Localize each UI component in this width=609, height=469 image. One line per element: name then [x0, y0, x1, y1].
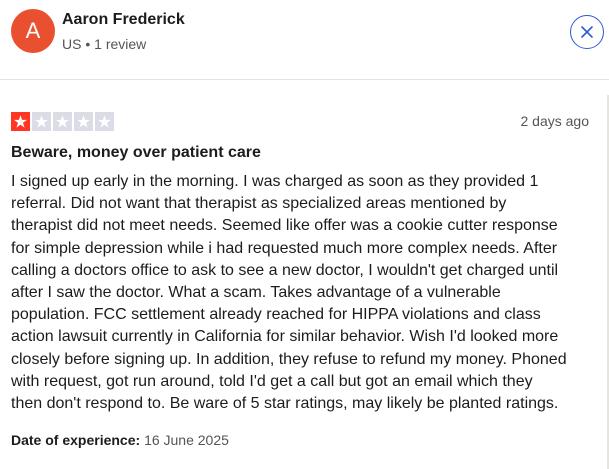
star-empty-icon	[53, 112, 72, 131]
review-body-line: closely before signing up. In addition, …	[11, 350, 567, 368]
review-body: I signed up early in the morning. I was …	[11, 171, 599, 415]
review-body-line: population. FCC settlement already reach…	[11, 306, 541, 324]
star-empty-icon	[32, 112, 51, 131]
review-title: Beware, money over patient care	[11, 144, 261, 161]
avatar: A	[11, 9, 55, 53]
review-body-line: action lawsuit currently in California f…	[11, 328, 559, 346]
close-button[interactable]	[570, 15, 604, 49]
header-divider	[0, 79, 609, 80]
star-filled-icon	[11, 112, 30, 131]
star-empty-icon	[74, 112, 93, 131]
review-date: 2 days ago	[520, 113, 590, 129]
review-body-line: then don't respond to. Be ware of 5 star…	[11, 395, 559, 413]
close-icon	[581, 26, 593, 38]
review-body-line: after I saw the doctor. What a scam. Tak…	[11, 284, 501, 302]
star-empty-icon	[95, 112, 114, 131]
review-body-line: calling a doctors office to ask to see a…	[11, 261, 559, 279]
avatar-initial: A	[25, 18, 41, 43]
experience-date: 16 June 2025	[144, 432, 229, 448]
experience-label: Date of experience:	[11, 432, 141, 448]
date-of-experience: Date of experience: 16 June 2025	[11, 432, 229, 448]
review-body-line: with request, got run around, told I'd g…	[11, 372, 533, 390]
review-body-line: for simple depression while i had reques…	[11, 239, 558, 257]
meta-separator: •	[85, 36, 91, 52]
reviewer-meta: US • 1 review	[62, 36, 146, 52]
reviewer-country: US	[62, 36, 82, 52]
reviewer-header: A Aaron Frederick US • 1 review	[0, 0, 609, 79]
star-rating	[11, 112, 114, 131]
review-body-line: therapist did not meet needs. Seemed lik…	[11, 217, 558, 235]
reviewer-name[interactable]: Aaron Frederick	[62, 11, 185, 29]
reviewer-review-count: 1 review	[94, 36, 147, 52]
review-body-line: I signed up early in the morning. I was …	[11, 173, 539, 190]
review-body-line: referral. Did not want that therapist as…	[11, 195, 507, 213]
